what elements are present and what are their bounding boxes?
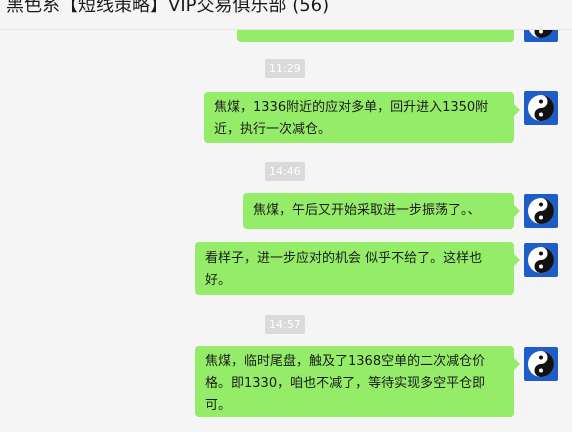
chat-area[interactable]: 11:29 焦煤，1336附近的应对多单，回升进入1350附近，执行一次减仓。 …	[0, 30, 572, 432]
message-bubble[interactable]: 焦煤，临时尾盘，触及了1368空单的二次减仓价格。即1330，咱也不减了，等待实…	[195, 346, 520, 417]
message-bubble[interactable]: 看样子，进一步应对的机会 似乎不给了。这样也好。	[195, 242, 520, 295]
avatar[interactable]	[524, 194, 558, 228]
message-bubble-partial[interactable]	[237, 30, 514, 42]
avatar[interactable]	[524, 347, 558, 381]
chat-title: 黑色系【短线策略】VIP交易俱乐部 (56)	[6, 0, 330, 16]
title-bar: 黑色系【短线策略】VIP交易俱乐部 (56)	[0, 0, 572, 30]
timestamp: 14:46	[265, 162, 305, 181]
yin-yang-icon	[528, 247, 554, 273]
timestamp: 11:29	[265, 59, 305, 78]
timestamp: 14:57	[265, 315, 305, 334]
avatar[interactable]	[524, 243, 558, 277]
yin-yang-icon	[529, 30, 553, 38]
message-bubble[interactable]: 焦煤，1336附近的应对多单，回升进入1350附近，执行一次减仓。	[204, 92, 520, 143]
yin-yang-icon	[528, 95, 554, 121]
avatar[interactable]	[524, 91, 558, 125]
avatar[interactable]	[524, 30, 558, 42]
message-bubble[interactable]: 焦煤，午后又开始采取进一步振荡了。、	[243, 193, 520, 229]
yin-yang-icon	[528, 198, 554, 224]
yin-yang-icon	[528, 351, 554, 377]
